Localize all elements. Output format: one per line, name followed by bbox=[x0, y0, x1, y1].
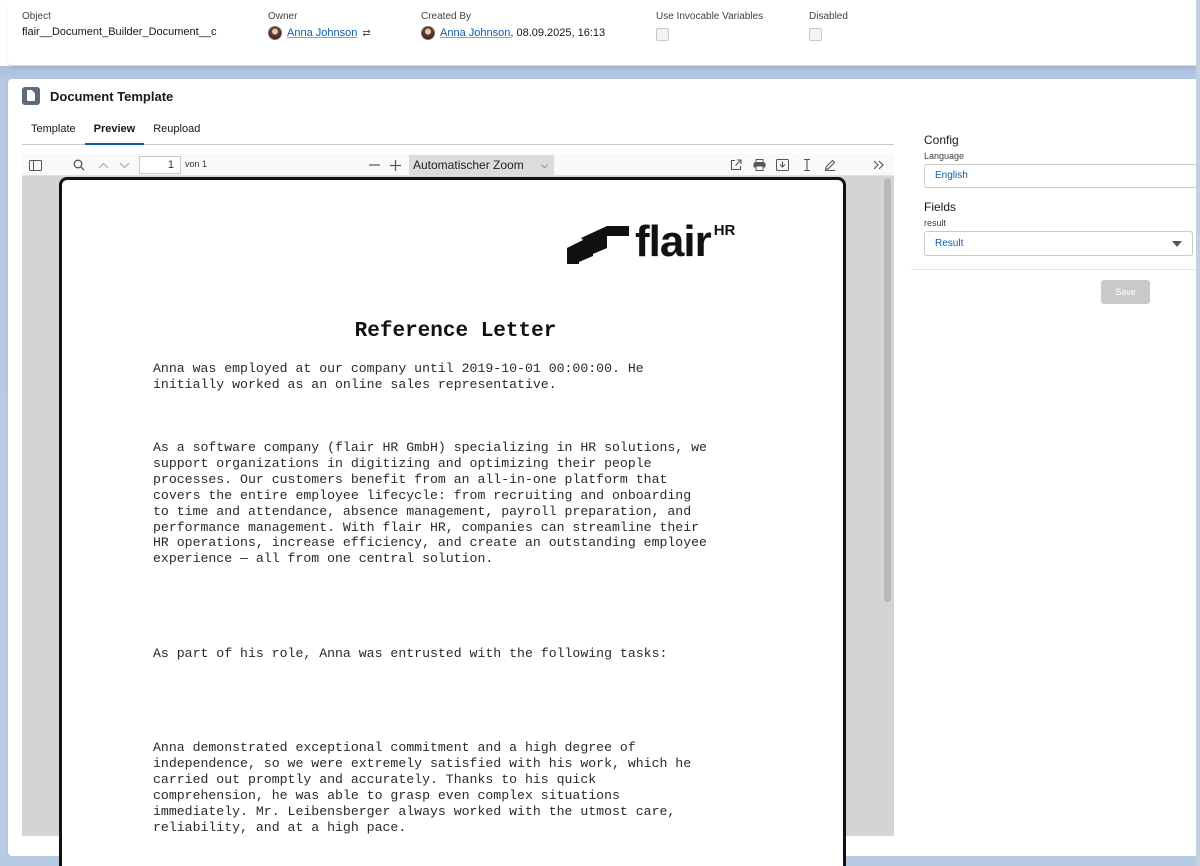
result-label: result bbox=[924, 218, 947, 228]
config-heading: Config bbox=[924, 133, 959, 147]
text-cursor-icon[interactable] bbox=[800, 156, 814, 174]
open-external-icon[interactable] bbox=[728, 156, 744, 174]
owner-avatar bbox=[268, 26, 282, 40]
owner-field: Owner Anna Johnson ⇄ bbox=[268, 11, 371, 40]
created-by-label: Created By bbox=[421, 11, 472, 22]
use-invocable-field: Use Invocable Variables bbox=[656, 11, 763, 46]
chevron-down-icon: ⌵ bbox=[541, 160, 548, 170]
language-input[interactable]: English bbox=[924, 164, 1200, 188]
minus-icon[interactable] bbox=[366, 156, 382, 174]
created-by-field: Created By Anna Johnson, 08.09.2025, 16:… bbox=[421, 11, 605, 40]
plus-icon[interactable] bbox=[387, 156, 403, 174]
tab-reupload[interactable]: Reupload bbox=[144, 117, 209, 145]
object-label: Object bbox=[22, 11, 51, 22]
print-icon[interactable] bbox=[751, 156, 767, 174]
record-highlights: Object flair__Document_Builder_Document_… bbox=[8, 0, 1198, 66]
card-title: Document Template bbox=[50, 88, 174, 104]
pen-icon[interactable] bbox=[822, 156, 838, 174]
search-icon[interactable] bbox=[70, 156, 88, 174]
download-icon[interactable] bbox=[774, 156, 790, 174]
disabled-label: Disabled bbox=[809, 11, 848, 22]
created-by-avatar bbox=[421, 26, 435, 40]
use-invocable-label: Use Invocable Variables bbox=[656, 11, 764, 22]
owner-link[interactable]: Anna Johnson bbox=[287, 27, 357, 39]
card-header: Document Template bbox=[22, 87, 173, 105]
created-date: , 08.09.2025, 16:13 bbox=[510, 27, 606, 39]
window-scrollbar[interactable] bbox=[1196, 0, 1200, 866]
document-icon bbox=[22, 87, 40, 105]
paragraph: As a software company (flair HR GmbH) sp… bbox=[153, 440, 707, 567]
object-value: flair__Document_Builder_Document__c bbox=[22, 26, 217, 38]
disabled-field: Disabled bbox=[809, 11, 848, 46]
chevron-down-icon[interactable] bbox=[116, 156, 132, 174]
double-chevron-right-icon[interactable] bbox=[870, 156, 886, 174]
page-number-input[interactable]: 1 bbox=[139, 156, 181, 174]
use-invocable-checkbox bbox=[656, 28, 669, 41]
config-panel: Config Language English Fields result Re… bbox=[924, 133, 1200, 256]
language-label: Language bbox=[924, 151, 965, 161]
save-button[interactable]: Save bbox=[1101, 280, 1150, 304]
owner-label: Owner bbox=[268, 11, 298, 22]
result-select-value: Result bbox=[935, 238, 964, 249]
paragraph: As part of his role, Anna was entrusted … bbox=[153, 646, 668, 661]
fields-heading: Fields bbox=[924, 200, 957, 214]
flair-hr-logo: flair HR bbox=[567, 220, 735, 266]
panel-divider bbox=[911, 269, 1198, 270]
tab-bar: Template Preview Reupload bbox=[22, 117, 894, 145]
logo-superscript: HR bbox=[713, 222, 736, 239]
object-field: Object flair__Document_Builder_Document_… bbox=[22, 11, 216, 38]
logo-text: flair bbox=[635, 217, 712, 266]
tab-template[interactable]: Template bbox=[22, 117, 85, 145]
disabled-checkbox bbox=[809, 28, 822, 41]
created-by-link[interactable]: Anna Johnson bbox=[440, 27, 510, 39]
zoom-select[interactable]: Automatischer Zoom ⌵ bbox=[409, 155, 554, 175]
chevron-up-icon[interactable] bbox=[95, 156, 111, 174]
caret-down-icon bbox=[1172, 241, 1182, 247]
result-select[interactable]: Result bbox=[924, 231, 1193, 256]
pdf-page: flair HR Reference Letter Anna was emplo… bbox=[59, 177, 846, 866]
pdf-scrollbar[interactable] bbox=[884, 178, 891, 602]
pdf-toolbar: 1 von 1 Automatischer Zoom ⌵ bbox=[22, 154, 894, 176]
change-owner-icon[interactable]: ⇄ bbox=[362, 28, 370, 39]
page-count: von 1 bbox=[185, 159, 208, 169]
paragraph: Anna was employed at our company until 2… bbox=[153, 361, 644, 392]
tab-preview[interactable]: Preview bbox=[84, 117, 145, 145]
zoom-value: Automatischer Zoom bbox=[413, 158, 524, 172]
sidebar-toggle-icon[interactable] bbox=[26, 156, 44, 174]
letter-title: Reference Letter bbox=[354, 320, 557, 343]
flair-logo-mark-icon bbox=[567, 226, 629, 264]
paragraph: Anna demonstrated exceptional commitment… bbox=[153, 740, 692, 835]
